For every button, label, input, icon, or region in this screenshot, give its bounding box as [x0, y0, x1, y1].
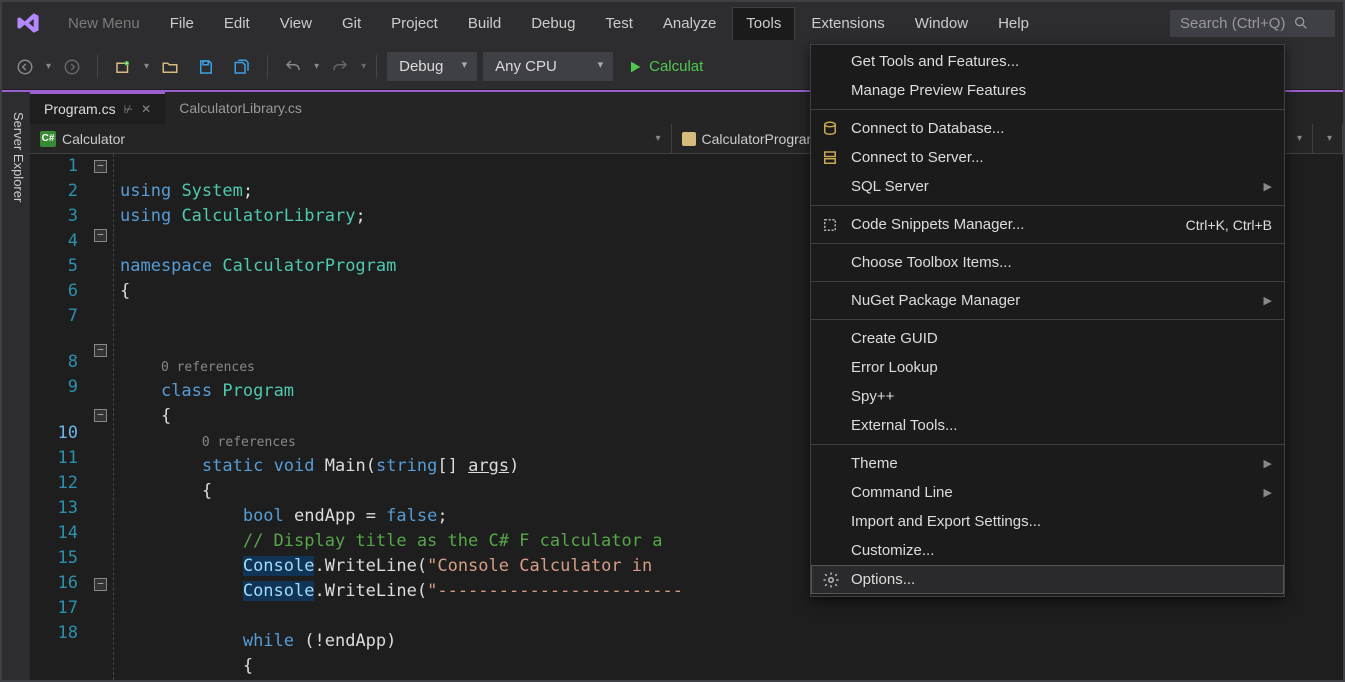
menu-connect-server[interactable]: Connect to Server... [811, 143, 1284, 172]
play-icon [627, 59, 643, 75]
nav-project-label: Calculator [62, 131, 125, 147]
menu-help[interactable]: Help [984, 7, 1043, 40]
back-dropdown[interactable] [10, 52, 40, 82]
menu-sql-server[interactable]: SQL Server▶ [811, 172, 1284, 201]
fold-icon[interactable]: − [94, 160, 107, 173]
menu-create-guid[interactable]: Create GUID [811, 324, 1284, 353]
fold-column: − − − − − [92, 154, 114, 680]
menu-view[interactable]: View [266, 7, 326, 40]
menu-toolbox-items[interactable]: Choose Toolbox Items... [811, 248, 1284, 277]
menu-command-line[interactable]: Command Line▶ [811, 478, 1284, 507]
search-placeholder: Search (Ctrl+Q) [1180, 15, 1285, 32]
new-project-button[interactable] [108, 52, 138, 82]
menu-separator [811, 243, 1284, 244]
tab-calculatorlibrary-cs[interactable]: CalculatorLibrary.cs [165, 92, 316, 124]
search-box[interactable]: Search (Ctrl+Q) [1170, 10, 1335, 37]
menu-options[interactable]: Options... [811, 565, 1284, 594]
menu-file[interactable]: File [156, 7, 208, 40]
chevron-right-icon: ▶ [1264, 486, 1272, 499]
config-combo[interactable]: Debug [387, 52, 477, 81]
menu-separator [811, 444, 1284, 445]
menu-separator [811, 109, 1284, 110]
menu-tools[interactable]: Tools [732, 7, 795, 40]
menu-git[interactable]: Git [328, 7, 375, 40]
menu-connect-db[interactable]: Connect to Database... [811, 114, 1284, 143]
nav-project[interactable]: C# Calculator [30, 124, 672, 153]
tab-label: CalculatorLibrary.cs [179, 100, 302, 116]
close-icon[interactable]: ✕ [141, 102, 151, 116]
fold-icon[interactable]: − [94, 578, 107, 591]
menu-theme[interactable]: Theme▶ [811, 449, 1284, 478]
platform-combo[interactable]: Any CPU [483, 52, 613, 81]
redo-button[interactable] [325, 52, 355, 82]
server-explorer-tab[interactable]: Server Explorer [7, 102, 30, 680]
save-all-button[interactable] [227, 52, 257, 82]
undo-button[interactable] [278, 52, 308, 82]
snippet-icon [821, 216, 839, 234]
database-icon [821, 120, 839, 138]
menu-error-lookup[interactable]: Error Lookup [811, 353, 1284, 382]
menu-build[interactable]: Build [454, 7, 515, 40]
menu-bar: New Menu File Edit View Git Project Buil… [2, 2, 1343, 44]
menu-debug[interactable]: Debug [517, 7, 589, 40]
start-label: Calculat [649, 58, 703, 75]
menu-customize[interactable]: Customize... [811, 536, 1284, 565]
forward-button[interactable] [57, 52, 87, 82]
vs-logo [10, 5, 46, 41]
menu-spy[interactable]: Spy++ [811, 382, 1284, 411]
open-button[interactable] [155, 52, 185, 82]
fold-icon[interactable]: − [94, 344, 107, 357]
menu-nuget[interactable]: NuGet Package Manager▶ [811, 286, 1284, 315]
save-button[interactable] [191, 52, 221, 82]
fold-icon[interactable]: − [94, 409, 107, 422]
menu-separator [811, 205, 1284, 206]
start-button[interactable]: Calculat [619, 58, 703, 75]
nav-member[interactable] [1313, 124, 1343, 153]
menu-analyze[interactable]: Analyze [649, 7, 730, 40]
menu-get-tools[interactable]: Get Tools and Features... [811, 47, 1284, 76]
menu-project[interactable]: Project [377, 7, 452, 40]
gear-icon [822, 571, 840, 589]
tab-label: Program.cs [44, 101, 116, 117]
tools-menu: Get Tools and Features... Manage Preview… [810, 44, 1285, 597]
server-icon [821, 149, 839, 167]
menu-external-tools[interactable]: External Tools... [811, 411, 1284, 440]
menu-manage-preview[interactable]: Manage Preview Features [811, 76, 1284, 105]
chevron-right-icon: ▶ [1264, 294, 1272, 307]
menu-import-export[interactable]: Import and Export Settings... [811, 507, 1284, 536]
menu-edit[interactable]: Edit [210, 7, 264, 40]
csharp-icon: C# [40, 131, 56, 147]
chevron-right-icon: ▶ [1264, 457, 1272, 470]
side-tabs: Server Explorer Toolbox [2, 92, 30, 680]
menu-test[interactable]: Test [591, 7, 647, 40]
search-icon [1293, 15, 1309, 31]
line-gutter: 1234 567 89 10111213 1415161718 [30, 154, 92, 680]
class-icon [682, 132, 696, 146]
menu-new-menu[interactable]: New Menu [54, 7, 154, 40]
tab-program-cs[interactable]: Program.cs ⊬ ✕ [30, 92, 165, 124]
menu-separator [811, 319, 1284, 320]
menu-snippets[interactable]: Code Snippets Manager...Ctrl+K, Ctrl+B [811, 210, 1284, 239]
menu-extensions[interactable]: Extensions [797, 7, 898, 40]
pin-icon[interactable]: ⊬ [124, 103, 134, 116]
menu-separator [811, 281, 1284, 282]
fold-icon[interactable]: − [94, 229, 107, 242]
menu-window[interactable]: Window [901, 7, 982, 40]
chevron-right-icon: ▶ [1264, 180, 1272, 193]
